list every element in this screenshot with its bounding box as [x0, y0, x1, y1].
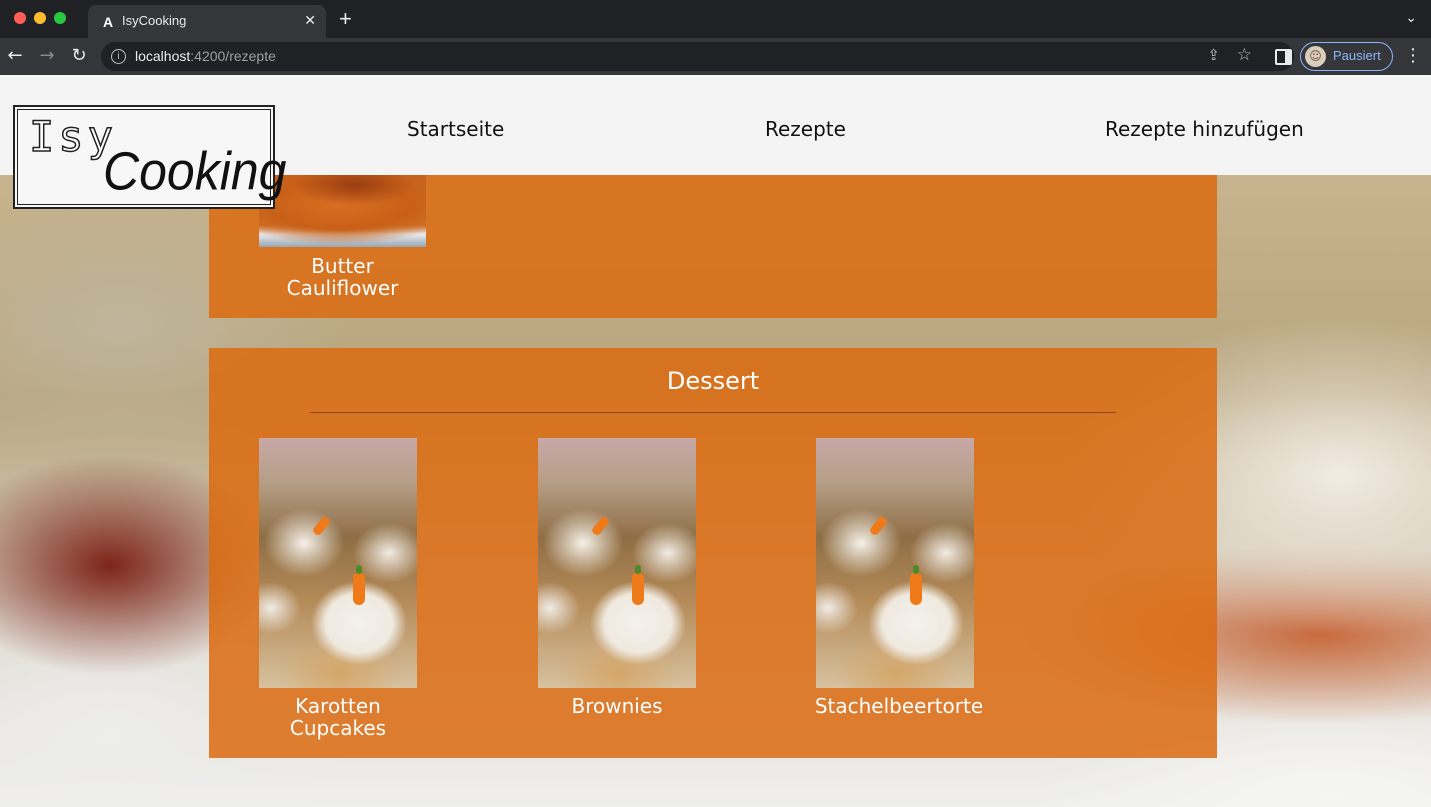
angular-favicon-icon: A — [102, 14, 114, 30]
carrot-decoration — [311, 515, 332, 537]
browser-tab-active[interactable]: A IsyCooking ✕ — [88, 5, 326, 38]
carrot-decoration — [353, 565, 365, 605]
recipe-title-line: Karotten — [295, 694, 381, 718]
profile-button[interactable]: ☺ Pausiert — [1300, 42, 1393, 71]
recipe-title-brownies[interactable]: Brownies — [538, 695, 696, 717]
carrot-decoration — [632, 565, 644, 605]
carrot-decoration — [590, 515, 611, 537]
recipe-title-line: Butter — [311, 254, 374, 278]
recipe-title-line: Cupcakes — [289, 716, 387, 740]
browser-tab-strip: A IsyCooking ✕ + ⌄ — [0, 0, 1431, 38]
recipe-image-brownies[interactable] — [538, 438, 696, 688]
category-heading: Dessert — [666, 367, 760, 395]
tab-search-chevron-icon[interactable]: ⌄ — [1405, 10, 1417, 26]
window-zoom-button[interactable] — [54, 12, 66, 24]
carrot-decoration — [868, 515, 889, 537]
nav-link-rezepte-hinzufuegen[interactable]: Rezepte hinzufügen — [1105, 117, 1304, 141]
profile-avatar: ☺ — [1305, 46, 1326, 67]
logo-text-cooking: Cooking — [103, 140, 287, 202]
window-close-button[interactable] — [14, 12, 26, 24]
nav-link-rezepte[interactable]: Rezepte — [765, 117, 846, 141]
forward-arrow-icon[interactable]: → — [36, 45, 58, 67]
profile-status-label: Pausiert — [1333, 48, 1381, 63]
dessert-category-panel: Dessert Karotten Cupcakes Brownies Stach… — [209, 348, 1217, 758]
heading-divider — [310, 412, 1116, 413]
new-tab-button[interactable]: + — [339, 8, 352, 30]
site-header: Isy Cooking Startseite Rezepte Rezepte h… — [0, 75, 1431, 209]
recipe-image-stachelbeertorte[interactable] — [816, 438, 974, 688]
share-icon[interactable]: ⇪ — [1207, 46, 1220, 64]
carrot-decoration — [910, 565, 922, 605]
window-minimize-button[interactable] — [34, 12, 46, 24]
page-viewport: Butter Cauliflower Dessert Karotten Cupc… — [0, 75, 1431, 807]
address-bar[interactable]: i localhost:4200/rezepte ⇪ ☆ — [101, 42, 1294, 71]
side-panel-icon[interactable] — [1275, 49, 1292, 65]
url-host: localhost — [135, 48, 191, 64]
recipe-category-panel: Butter Cauliflower — [209, 175, 1217, 318]
recipe-title-line: Cauliflower — [286, 276, 399, 300]
recipe-title-karotten-cupcakes[interactable]: Karotten Cupcakes — [259, 695, 417, 739]
info-icon[interactable]: i — [111, 49, 126, 64]
recipe-image-karotten-cupcakes[interactable] — [259, 438, 417, 688]
tab-close-icon[interactable]: ✕ — [304, 12, 316, 29]
browser-toolbar: ← → ↻ i localhost:4200/rezepte ⇪ ☆ ☺ Pau… — [0, 38, 1431, 75]
nav-link-startseite[interactable]: Startseite — [407, 117, 504, 141]
reload-icon[interactable]: ↻ — [68, 45, 90, 67]
kebab-menu-icon[interactable]: ⋮ — [1404, 46, 1422, 66]
url-path: :4200/rezepte — [190, 48, 276, 64]
site-logo[interactable]: Isy Cooking — [13, 105, 286, 209]
back-arrow-icon[interactable]: ← — [4, 45, 26, 67]
star-icon[interactable]: ☆ — [1237, 45, 1252, 65]
url-text[interactable]: localhost:4200/rezepte — [135, 48, 276, 64]
tab-title: IsyCooking — [122, 13, 187, 28]
recipe-title-butter-cauliflower[interactable]: Butter Cauliflower — [259, 255, 426, 299]
recipe-title-stachelbeertorte[interactable]: Stachelbeertorte — [809, 695, 989, 717]
